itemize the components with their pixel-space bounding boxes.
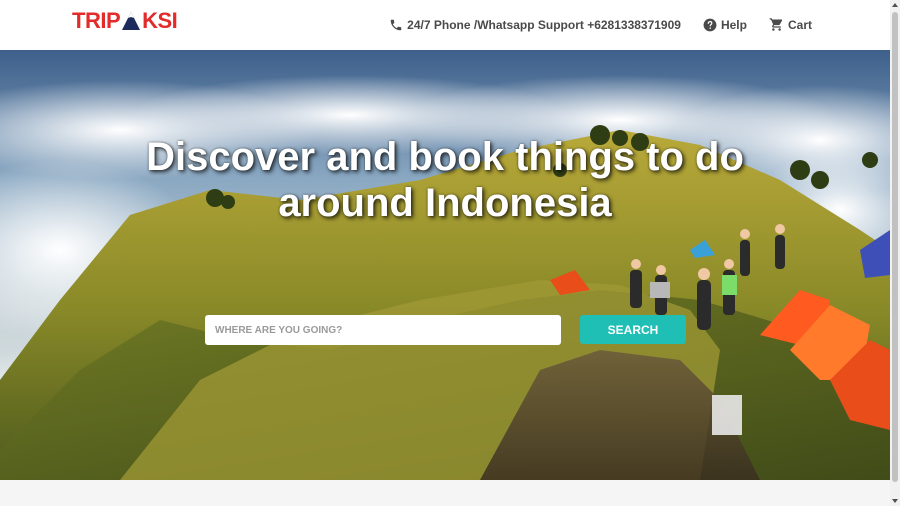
support-phone-label: 24/7 Phone /Whatsapp Support +6281338371… — [407, 17, 681, 32]
support-phone-link[interactable]: 24/7 Phone /Whatsapp Support +6281338371… — [389, 18, 681, 32]
scroll-up-icon[interactable] — [892, 3, 898, 7]
mountain-icon — [122, 12, 141, 30]
cart-icon — [769, 18, 783, 31]
search-button[interactable]: SEARCH — [580, 315, 686, 344]
top-nav: 24/7 Phone /Whatsapp Support +6281338371… — [389, 17, 812, 32]
hero-headline-line2: around Indonesia — [278, 181, 612, 225]
page-scrollbar[interactable] — [890, 0, 900, 506]
help-label: Help — [720, 17, 747, 32]
scrollbar-thumb[interactable] — [892, 12, 898, 482]
cart-label: Cart — [787, 17, 812, 32]
logo-text-ksi: KSI — [142, 8, 178, 33]
hero-background-image — [0, 50, 890, 480]
phone-icon — [390, 19, 402, 30]
site-logo[interactable]: TRIP KSI — [72, 8, 178, 34]
site-header: TRIP KSI 24/7 Phone /Whatsapp Support +6… — [0, 0, 890, 50]
help-icon — [703, 18, 717, 31]
cart-link[interactable]: Cart — [769, 17, 812, 32]
destination-search-input[interactable] — [205, 315, 561, 345]
logo-text-trip: TRIP — [72, 8, 121, 33]
scroll-down-icon[interactable] — [892, 499, 898, 503]
hero-section: Discover and book things to do around In… — [0, 50, 890, 480]
hero-headline: Discover and book things to do around In… — [0, 134, 890, 226]
help-link[interactable]: Help — [703, 18, 747, 32]
hero-headline-line1: Discover and book things to do — [146, 135, 744, 179]
